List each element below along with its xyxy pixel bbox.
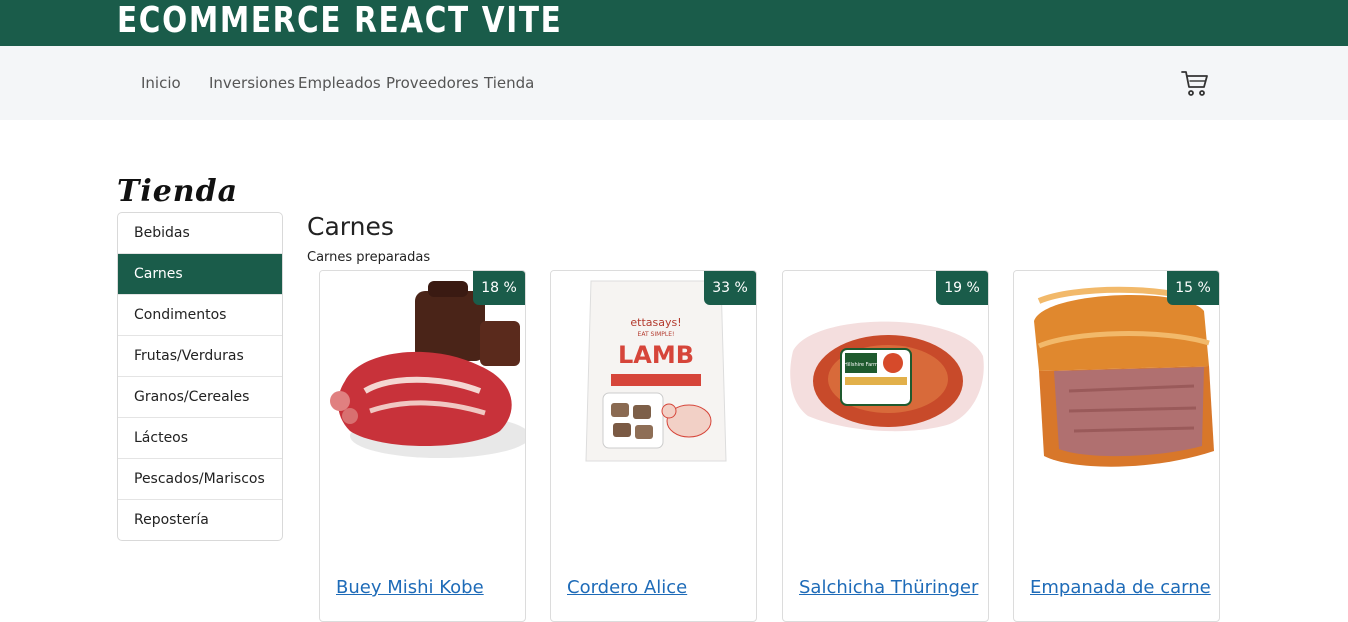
discount-badge: 19 %	[936, 271, 988, 305]
main-navbar: Inicio Inversiones Empleados Proveedores…	[0, 46, 1348, 120]
cart-icon[interactable]	[1180, 68, 1210, 98]
nav-link-inversiones[interactable]: Inversiones	[209, 74, 295, 92]
package-brand-text: ettasays!	[630, 316, 681, 329]
category-item-carnes[interactable]: Carnes	[118, 253, 282, 294]
category-list: Bebidas Carnes Condimentos Frutas/Verdur…	[117, 212, 283, 541]
category-item-reposteria[interactable]: Repostería	[118, 499, 282, 540]
discount-badge: 33 %	[704, 271, 756, 305]
product-card[interactable]: 15 % Empanada de carne	[1013, 270, 1220, 622]
product-link-cordero-alice[interactable]: Cordero Alice	[567, 577, 687, 598]
discount-badge: 18 %	[473, 271, 525, 305]
nav-link-proveedores[interactable]: Proveedores	[386, 74, 479, 92]
product-card[interactable]: ettasays! EAT SIMPLE! LAMB 33 % Cordero …	[550, 270, 757, 622]
nav-link-tienda[interactable]: Tienda	[484, 74, 534, 92]
category-item-granos-cereales[interactable]: Granos/Cereales	[118, 376, 282, 417]
nav-link-inicio[interactable]: Inicio	[141, 74, 181, 92]
product-link-buey-mishi-kobe[interactable]: Buey Mishi Kobe	[336, 577, 484, 598]
brand-title[interactable]: ECOMMERCE REACT VITE	[117, 0, 562, 46]
product-link-salchicha-thuringer[interactable]: Salchicha Thüringer	[799, 577, 978, 598]
category-item-frutas-verduras[interactable]: Frutas/Verduras	[118, 335, 282, 376]
category-item-pescados-mariscos[interactable]: Pescados/Mariscos	[118, 458, 282, 499]
package-tagline-text: EAT SIMPLE!	[638, 331, 675, 338]
category-item-bebidas[interactable]: Bebidas	[118, 213, 282, 253]
section-title: Carnes	[307, 212, 394, 241]
product-link-empanada-de-carne[interactable]: Empanada de carne	[1030, 577, 1211, 598]
category-item-lacteos[interactable]: Lácteos	[118, 417, 282, 458]
product-card[interactable]: Hillshire Farm 19 % Salchicha Thüringer	[782, 270, 989, 622]
page-title: Tienda	[117, 174, 239, 209]
category-item-condimentos[interactable]: Condimentos	[118, 294, 282, 335]
product-card[interactable]: 18 % Buey Mishi Kobe	[319, 270, 526, 622]
top-header-bar: ECOMMERCE REACT VITE	[0, 0, 1348, 46]
nav-link-empleados[interactable]: Empleados	[298, 74, 381, 92]
section-subtitle: Carnes preparadas	[307, 250, 431, 265]
discount-badge: 15 %	[1167, 271, 1219, 305]
package-title-text: LAMB	[618, 341, 694, 369]
package-brand-text: Hillshire Farm	[844, 362, 878, 368]
